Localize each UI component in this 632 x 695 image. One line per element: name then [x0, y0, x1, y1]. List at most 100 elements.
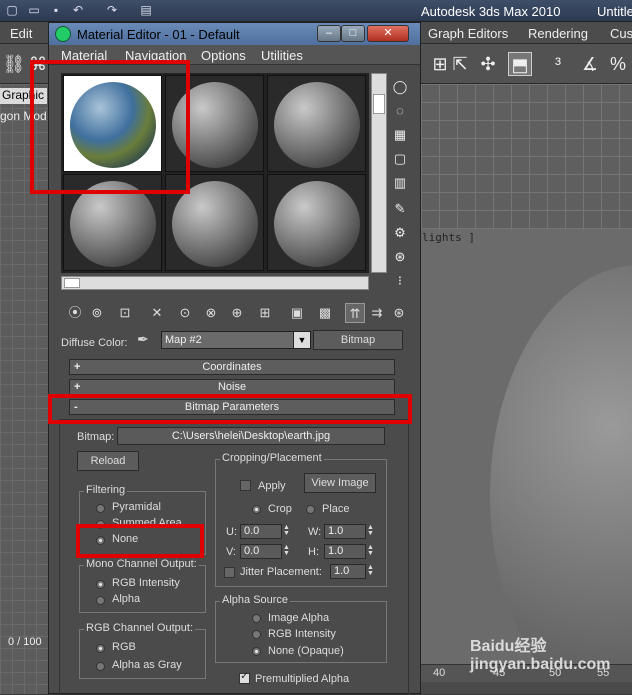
go-to-parent-icon[interactable]: ⇈	[345, 303, 365, 323]
expand-icon: +	[74, 361, 81, 373]
put-to-scene-icon[interactable]: ⊚	[87, 303, 107, 323]
viewport-sphere[interactable]	[490, 265, 632, 664]
material-editor-titlebar[interactable]: Material Editor - 01 - Default – □ ✕	[49, 23, 420, 45]
spinner-arrows-icon[interactable]: ▲ ▼	[367, 564, 375, 578]
group-title: Mono Channel Output:	[84, 558, 199, 570]
undo-icon[interactable]: ↶	[70, 3, 86, 18]
put-to-library-icon[interactable]: ⊕	[227, 303, 247, 323]
bitmap-label: Bitmap:	[77, 431, 115, 443]
menu-utilities[interactable]: Utilities	[261, 48, 303, 63]
h-spinner[interactable]: 1.0 ▲ ▼	[324, 544, 374, 559]
slots-vertical-scrollbar[interactable]	[371, 73, 387, 273]
material-map-navigator-icon[interactable]: ⁝	[390, 271, 410, 291]
u-label: U:	[226, 526, 237, 538]
link-icon[interactable]: ⛓	[2, 52, 26, 76]
alpha-radio[interactable]	[96, 596, 105, 605]
eyedropper-icon[interactable]: ✒	[137, 331, 149, 348]
view-image-button[interactable]: View Image	[304, 473, 376, 493]
rgb-radio[interactable]	[96, 644, 105, 653]
menu-rendering[interactable]: Rendering	[528, 26, 588, 41]
menu-graph-editors[interactable]: Graph Editors	[428, 26, 508, 41]
project-folder-icon[interactable]: ▤	[138, 3, 154, 18]
jitter-spinner[interactable]: 1.0 ▲ ▼	[330, 564, 374, 579]
spinner-arrows-icon[interactable]: ▲ ▼	[367, 524, 375, 538]
map-type-button[interactable]: Bitmap	[313, 330, 403, 350]
u-spinner[interactable]: 0.0 ▲ ▼	[240, 524, 290, 539]
background-icon[interactable]: ▦	[390, 125, 410, 145]
backlight-icon[interactable]: ◌	[390, 101, 410, 121]
sample-slot[interactable]	[267, 75, 366, 172]
get-material-icon[interactable]: ⦿	[65, 303, 85, 323]
make-unique-icon[interactable]: ⊗	[201, 303, 221, 323]
premultiplied-label: Premultiplied Alpha	[255, 673, 350, 685]
sample-slot[interactable]	[267, 174, 366, 271]
image-alpha-label: Image Alpha	[268, 612, 330, 624]
jitter-checkbox[interactable]	[224, 567, 235, 578]
crop-radio[interactable]	[252, 505, 261, 514]
angle-snap-icon[interactable]: ∡	[578, 52, 602, 76]
new-file-icon[interactable]: ▢	[4, 3, 20, 18]
material-sphere	[274, 82, 360, 168]
reload-button[interactable]: Reload	[77, 451, 139, 471]
select-by-material-icon[interactable]: ⊛	[390, 247, 410, 267]
place-radio[interactable]	[306, 505, 315, 514]
alpha-rgb-intensity-radio[interactable]	[252, 630, 261, 639]
material-editor-toolbar: ⦿ ⊚ ⊡ ✕ ⊙ ⊗ ⊕ ⊞ ▣ ▩ ⇈ ⇉ ⊛	[61, 301, 411, 325]
show-map-icon[interactable]: ▣	[287, 303, 307, 323]
pick-material-icon[interactable]: ⊛	[389, 303, 409, 323]
material-editor-title: Material Editor - 01 - Default	[77, 27, 240, 42]
go-forward-sibling-icon[interactable]: ⇉	[367, 303, 387, 323]
material-id-icon[interactable]: ⊞	[255, 303, 275, 323]
highlight-box-rollout	[48, 394, 412, 424]
video-check-icon[interactable]: ▥	[390, 173, 410, 193]
app-title: Autodesk 3ds Max 2010	[421, 4, 561, 19]
save-icon[interactable]: ▪	[48, 3, 64, 18]
spinner-arrows-icon[interactable]: ▲ ▼	[283, 524, 291, 538]
map-name-field[interactable]: Map #2	[161, 331, 311, 349]
viewport-label[interactable]: lights ]	[422, 231, 475, 244]
show-end-result-icon[interactable]: ▩	[315, 303, 335, 323]
menu-edit[interactable]: Edit	[10, 26, 32, 41]
scroll-thumb[interactable]	[373, 94, 385, 114]
perspective-viewport[interactable]	[421, 229, 632, 664]
apply-checkbox[interactable]	[240, 480, 251, 491]
rollout-coordinates[interactable]: + Coordinates	[69, 359, 395, 375]
alpha-label: Alpha	[112, 593, 141, 605]
spinner-arrows-icon[interactable]: ▲ ▼	[283, 544, 291, 558]
pyramidal-label: Pyramidal	[112, 501, 161, 513]
image-alpha-radio[interactable]	[252, 614, 261, 623]
pivot-icon[interactable]: ✣	[476, 52, 500, 76]
open-file-icon[interactable]: ▭	[26, 3, 42, 18]
redo-icon[interactable]: ↷	[104, 3, 120, 18]
none-opaque-radio[interactable]	[252, 647, 261, 656]
bitmap-path-button[interactable]: C:\Users\helei\Desktop\earth.jpg	[117, 427, 385, 445]
slots-horizontal-scrollbar[interactable]	[61, 276, 369, 290]
maximize-button[interactable]: □	[341, 25, 365, 42]
rollout-noise[interactable]: + Noise	[69, 379, 395, 395]
top-viewport[interactable]	[421, 84, 632, 229]
spinner-arrows-icon[interactable]: ▲ ▼	[367, 544, 375, 558]
scroll-thumb[interactable]	[64, 278, 80, 288]
reset-map-icon[interactable]: ✕	[147, 303, 167, 323]
v-spinner[interactable]: 0.0 ▲ ▼	[240, 544, 290, 559]
rgb-intensity-radio[interactable]	[96, 580, 105, 589]
menu-customize[interactable]: Cus	[610, 26, 632, 41]
group-title: Filtering	[84, 484, 128, 496]
menu-options[interactable]: Options	[201, 48, 246, 63]
percent-snap-icon[interactable]: %	[606, 52, 630, 76]
minimize-button[interactable]: –	[317, 25, 341, 42]
w-spinner[interactable]: 1.0 ▲ ▼	[324, 524, 374, 539]
chevron-down-icon[interactable]: ▼	[293, 331, 311, 349]
make-preview-icon[interactable]: ✎	[390, 199, 410, 219]
copy-material-icon[interactable]: ⊙	[175, 303, 195, 323]
uv-tiling-icon[interactable]: ▢	[390, 149, 410, 169]
pyramidal-radio[interactable]	[96, 504, 105, 513]
sample-type-icon[interactable]: ◯	[390, 77, 410, 97]
assign-material-icon[interactable]: ⊡	[115, 303, 135, 323]
select-link-icon[interactable]: ⇱	[448, 52, 472, 76]
snap-3d-icon[interactable]: ³	[546, 52, 570, 76]
placement-icon[interactable]: ⬒	[508, 52, 532, 76]
options-icon[interactable]: ⚙	[390, 223, 410, 243]
alpha-as-gray-radio[interactable]	[96, 662, 105, 671]
close-button[interactable]: ✕	[367, 25, 409, 42]
